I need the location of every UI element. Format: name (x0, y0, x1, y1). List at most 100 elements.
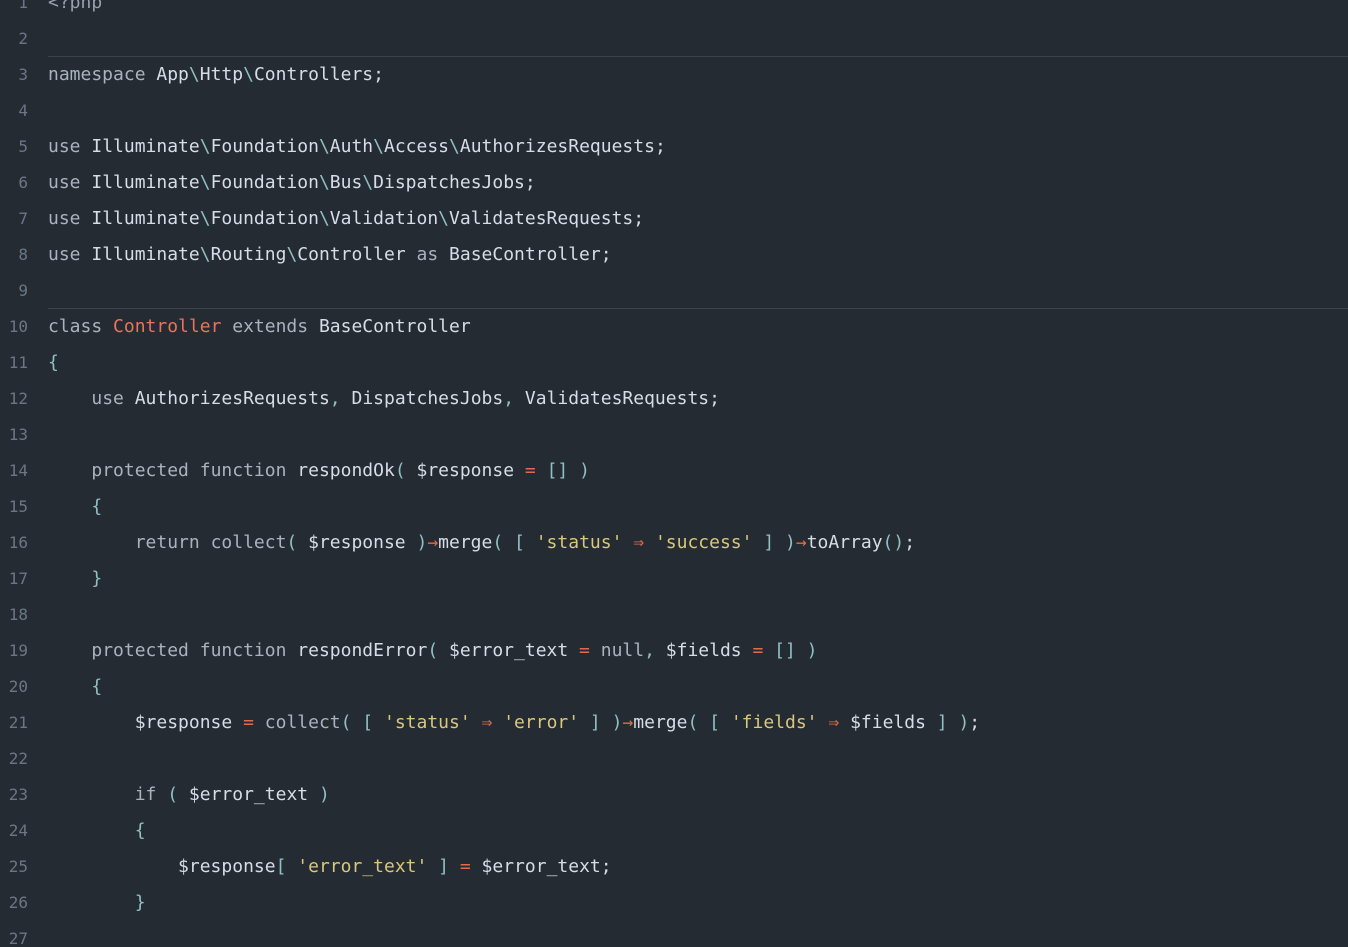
code-text: namespace App\Http\Controllers; (48, 57, 384, 93)
code-token: AuthorizesRequests (459, 136, 655, 157)
code-token: } (134, 892, 146, 913)
code-text: { (48, 813, 146, 849)
code-line[interactable]: 8 use Illuminate\Routing\Controller as Ba… (0, 237, 1348, 273)
line-number: 4 (18, 101, 28, 120)
code-line[interactable]: 23 if ( $error_text ) (0, 777, 1348, 813)
code-line[interactable]: 14 protected function respondOk( $respon… (0, 453, 1348, 489)
code-token: Controller (297, 244, 417, 265)
code-token: ; (654, 136, 666, 157)
code-token: Controllers (253, 64, 374, 85)
code-token: [ (275, 856, 298, 877)
code-token: extends (232, 316, 319, 337)
code-token: use (48, 172, 92, 193)
code-token: use (91, 388, 135, 409)
code-line[interactable]: 22 (0, 741, 1348, 777)
code-line[interactable]: 1 <?php (0, 0, 1348, 21)
code-line[interactable]: 7 use Illuminate\Foundation\Validation\Va… (0, 201, 1348, 237)
code-token: <?php (48, 0, 103, 13)
code-token: ; (633, 208, 645, 229)
code-line[interactable]: 11 { (0, 345, 1348, 381)
code-editor[interactable]: 1 <?php 2 3 namespace App\Http\Controllers; 4… (0, 0, 1348, 947)
code-token: ⇒ (828, 712, 851, 733)
code-token: = (579, 640, 601, 661)
code-text: return collect( $response )→merge( [ 'st… (48, 525, 915, 561)
code-text: $response[ 'error_text' ] = $error_text; (48, 849, 612, 885)
code-token: \ (318, 208, 330, 229)
line-number: 15 (8, 497, 28, 516)
code-token: ] (438, 856, 460, 877)
code-line[interactable]: 20 { (0, 669, 1348, 705)
code-line[interactable]: 3 namespace App\Http\Controllers; (0, 57, 1348, 93)
code-text: use AuthorizesRequests, DispatchesJobs, … (48, 381, 720, 417)
code-token: Controller (113, 316, 233, 337)
line-number: 10 (8, 317, 28, 336)
code-line[interactable]: 25 $response[ 'error_text' ] = $error_te… (0, 849, 1348, 885)
code-token: = (752, 640, 775, 661)
code-line[interactable]: 21 $response = collect( [ 'status' ⇒ 'er… (0, 705, 1348, 741)
code-text: use Illuminate\Routing\Controller as Bas… (48, 237, 612, 273)
code-line[interactable]: 26 } (0, 885, 1348, 921)
code-token: merge (438, 532, 493, 553)
code-line[interactable]: 24 { (0, 813, 1348, 849)
code-token: , (329, 388, 352, 409)
code-token: \ (362, 172, 374, 193)
code-token: 'success' (654, 532, 764, 553)
code-text: use Illuminate\Foundation\Auth\Access\Au… (48, 129, 666, 165)
code-token: \ (438, 208, 450, 229)
code-line[interactable]: 19 protected function respondError( $err… (0, 633, 1348, 669)
code-token: ValidatesRequests (524, 388, 710, 409)
code-line[interactable]: 17 } (0, 561, 1348, 597)
code-token: Illuminate (91, 244, 200, 265)
code-token: class (48, 316, 114, 337)
line-number: 1 (18, 0, 28, 12)
code-token: = (243, 712, 265, 733)
code-text: if ( $error_text ) (48, 777, 330, 813)
code-line[interactable]: 2 (0, 21, 1348, 57)
code-line[interactable]: 10 class Controller extends BaseControlle… (0, 309, 1348, 345)
code-token: use (48, 208, 92, 229)
line-number: 2 (18, 29, 28, 48)
code-token: App (156, 64, 189, 85)
code-line[interactable]: 12 use AuthorizesRequests, DispatchesJob… (0, 381, 1348, 417)
line-number: 19 (8, 641, 28, 660)
code-token: $response (308, 532, 417, 553)
code-line[interactable]: 27 (0, 921, 1348, 947)
code-token: [] ) (774, 640, 818, 661)
code-token: ) (318, 784, 330, 805)
code-token: \ (318, 172, 330, 193)
code-token: AuthorizesRequests (134, 388, 330, 409)
code-token: respondOk (297, 460, 395, 481)
code-line[interactable]: 18 (0, 597, 1348, 633)
code-line[interactable]: 15 { (0, 489, 1348, 525)
line-number: 8 (18, 245, 28, 264)
code-token: DispatchesJobs (373, 172, 525, 193)
line-number: 26 (8, 893, 28, 912)
code-token: ( (286, 532, 309, 553)
code-token: null (600, 640, 645, 661)
code-token: namespace (48, 64, 157, 85)
code-token: Routing (210, 244, 287, 265)
code-token: \ (199, 208, 211, 229)
code-token: toArray (806, 532, 883, 553)
line-number: 25 (8, 857, 28, 876)
code-line[interactable]: 9 (0, 273, 1348, 309)
code-token: \ (449, 136, 460, 157)
code-line[interactable]: 16 return collect( $response )→merge( [ … (0, 525, 1348, 561)
code-token: use (48, 244, 92, 265)
code-token: → (427, 532, 439, 553)
code-token: $error_text (481, 856, 601, 877)
code-text: use Illuminate\Foundation\Bus\Dispatches… (48, 165, 536, 201)
line-number: 6 (18, 173, 28, 192)
code-line[interactable]: 4 (0, 93, 1348, 129)
code-line[interactable]: 6 use Illuminate\Foundation\Bus\Dispatche… (0, 165, 1348, 201)
code-line[interactable]: 13 (0, 417, 1348, 453)
code-token: 'fields' (730, 712, 829, 733)
code-token: ValidatesRequests (449, 208, 634, 229)
code-line[interactable]: 5 use Illuminate\Foundation\Auth\Access\A… (0, 129, 1348, 165)
code-token: respondError (297, 640, 428, 661)
